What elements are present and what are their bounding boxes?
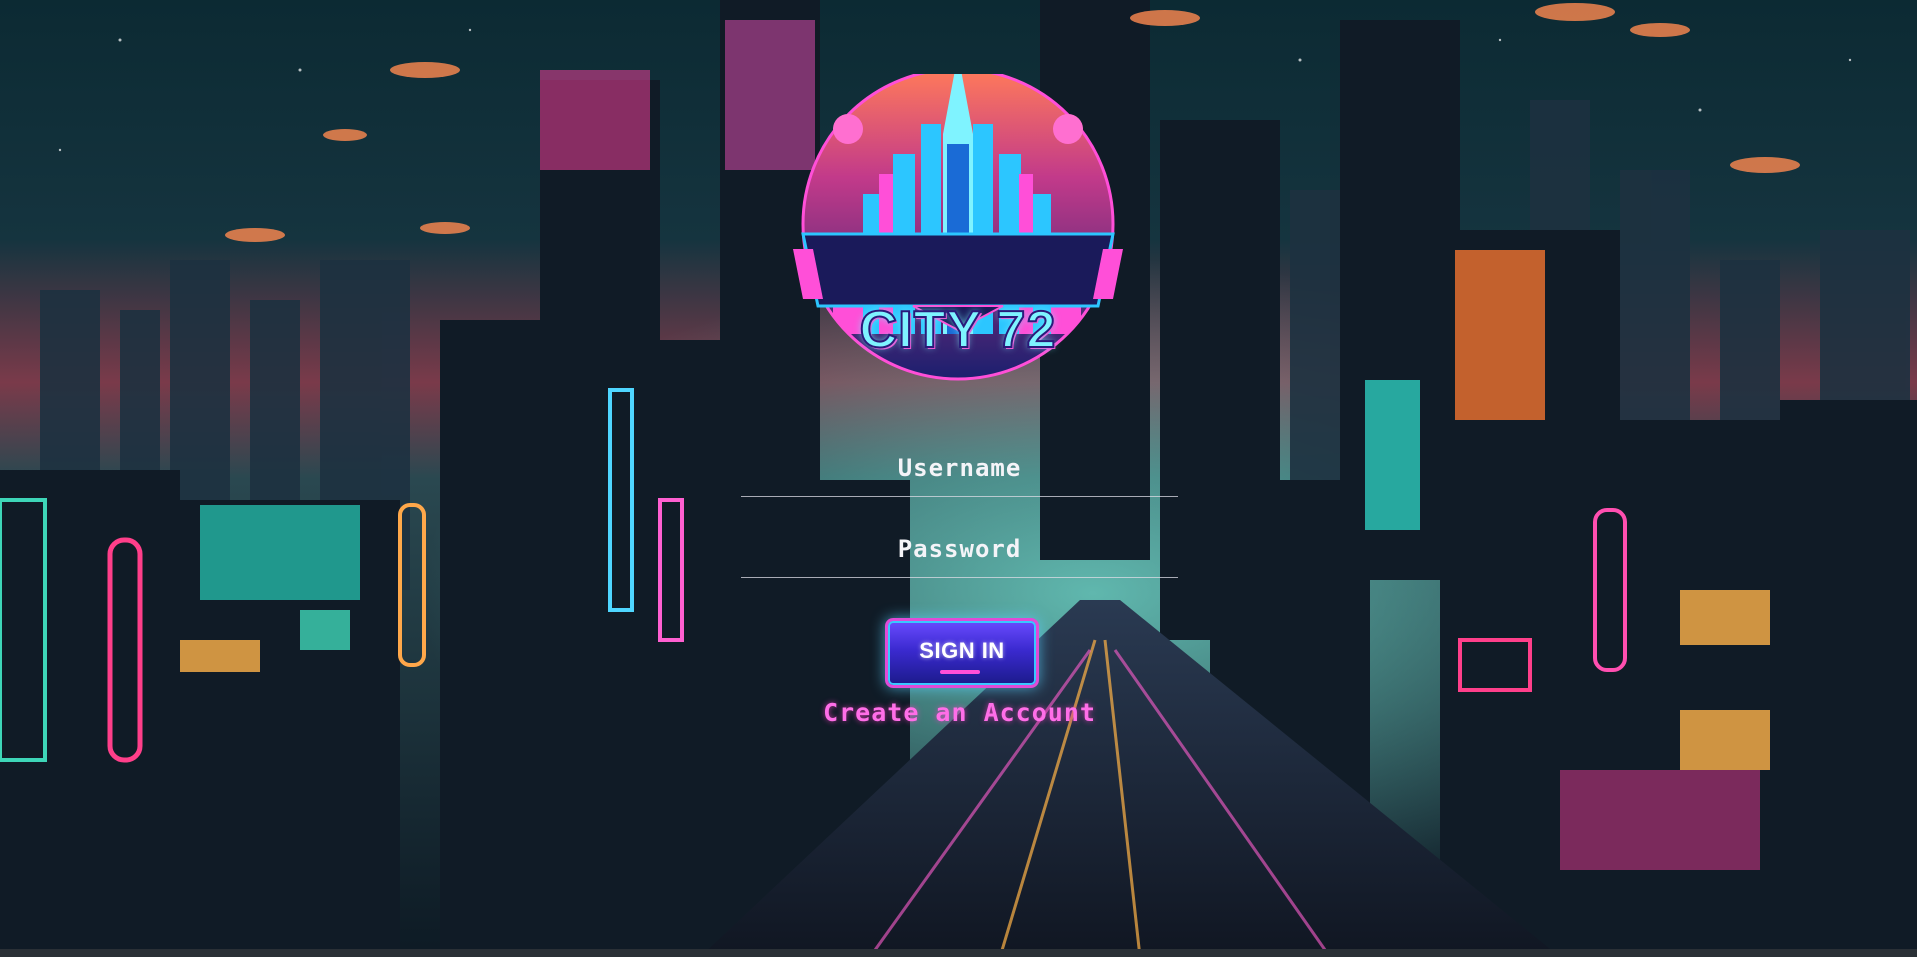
login-form: SIGN IN Create an Account: [741, 440, 1178, 727]
username-input[interactable]: [741, 440, 1178, 497]
sign-in-button-label: SIGN IN: [919, 638, 1005, 663]
bottom-edge-bar: [0, 949, 1917, 957]
city-72-logo: CITY 72: [793, 67, 1123, 384]
password-input[interactable]: [741, 521, 1178, 578]
logo-text: CITY 72: [859, 301, 1057, 359]
sign-in-button[interactable]: SIGN IN: [885, 618, 1039, 688]
sign-in-underline-decoration: [940, 670, 980, 674]
login-screen: CITY 72 SIGN IN Create an Account: [0, 0, 1917, 957]
create-account-link[interactable]: Create an Account: [741, 698, 1178, 727]
